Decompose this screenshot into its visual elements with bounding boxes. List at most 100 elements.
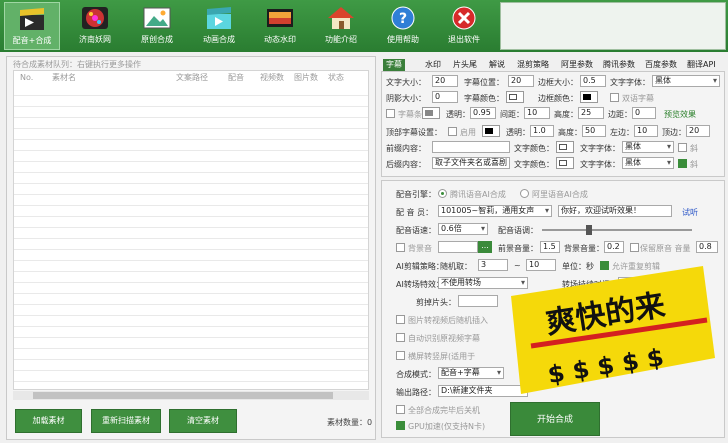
random-min-input[interactable]: 3 [478, 259, 508, 271]
table-row[interactable] [14, 217, 368, 228]
gpu-checkbox[interactable] [396, 421, 405, 430]
engine-tencent-radio[interactable] [438, 189, 447, 198]
engine-ali-radio[interactable] [520, 189, 529, 198]
table-row[interactable] [14, 85, 368, 96]
tab-intro-outro[interactable]: 片头尾 [453, 59, 477, 71]
table-row[interactable] [14, 338, 368, 349]
column-header[interactable]: 图片数 [294, 71, 318, 85]
sample-text-input[interactable]: 你好，欢迎试听效果！ [558, 205, 672, 217]
suffix-font-select[interactable]: 黑体 [622, 157, 674, 169]
table-row[interactable] [14, 261, 368, 272]
toolbar-watermark[interactable]: 动态水印 [252, 2, 308, 50]
rescan-button[interactable]: 重新扫描素材 [91, 409, 161, 433]
table-row[interactable] [14, 239, 368, 250]
toolbar-jinan[interactable]: 济南妖网 [66, 2, 124, 50]
voice-select[interactable]: 101005~智莉，通用女声 [438, 205, 552, 217]
bgm-browse-button[interactable]: ... [478, 241, 492, 253]
table-row[interactable] [14, 162, 368, 173]
table-row[interactable] [14, 349, 368, 360]
auto-detect-subtitle-checkbox[interactable] [396, 333, 405, 342]
scroll-thumb[interactable] [33, 392, 333, 399]
bar-spacing-input[interactable]: 10 [524, 107, 550, 119]
table-row[interactable] [14, 294, 368, 305]
tone-slider[interactable] [542, 229, 692, 231]
table-row[interactable] [14, 206, 368, 217]
table-row[interactable] [14, 228, 368, 239]
toolbar-help[interactable]: ? 使用帮助 [375, 2, 431, 50]
top-opacity-input[interactable]: 1.0 [530, 125, 554, 137]
bgm-path-input[interactable] [438, 241, 478, 253]
table-row[interactable] [14, 360, 368, 371]
tab-ali-params[interactable]: 阿里参数 [561, 59, 593, 71]
bilingual-checkbox[interactable] [610, 93, 619, 102]
speed-select[interactable]: 0.6倍 [438, 223, 488, 235]
toolbar-dub-compose[interactable]: 配音+合成 [4, 2, 60, 50]
table-row[interactable] [14, 371, 368, 382]
column-header[interactable]: No. [20, 71, 33, 85]
toolbar-exit[interactable]: 退出软件 [436, 2, 492, 50]
column-header[interactable]: 视频数 [260, 71, 284, 85]
column-header[interactable]: 配音 [228, 71, 244, 85]
border-size-input[interactable]: 0.5 [580, 75, 606, 87]
bg-volume-input[interactable]: 0.2 [604, 241, 624, 253]
table-row[interactable] [14, 140, 368, 151]
shutdown-checkbox[interactable] [396, 405, 405, 414]
table-row[interactable] [14, 283, 368, 294]
image-to-video-checkbox[interactable] [396, 315, 405, 324]
bgm-checkbox[interactable] [396, 243, 405, 252]
shadow-size-input[interactable]: 0 [432, 91, 458, 103]
column-header[interactable]: 素材名 [52, 71, 76, 85]
landscape-to-portrait-checkbox[interactable] [396, 351, 405, 360]
horizontal-scrollbar[interactable] [13, 391, 369, 400]
toolbar-features[interactable]: 功能介绍 [313, 2, 369, 50]
table-row[interactable] [14, 118, 368, 129]
border-color-picker[interactable] [580, 91, 598, 103]
bar-opacity-input[interactable]: 0.95 [470, 107, 496, 119]
bar-margin-input[interactable]: 0 [632, 107, 656, 119]
tab-tencent-params[interactable]: 腾讯参数 [603, 59, 635, 71]
load-material-button[interactable]: 加载素材 [15, 409, 82, 433]
subtitle-position-input[interactable]: 20 [508, 75, 534, 87]
column-header[interactable]: 状态 [328, 71, 344, 85]
table-row[interactable] [14, 96, 368, 107]
font-family-select[interactable]: 黑体 [652, 75, 720, 87]
prefix-font-select[interactable]: 黑体 [622, 141, 674, 153]
try-listen-link[interactable]: 试听 [682, 207, 698, 218]
toolbar-original[interactable]: 原创合成 [128, 2, 186, 50]
suffix-content-input[interactable]: 取子文件夹名或喜剧 [432, 157, 510, 169]
top-enable-checkbox[interactable] [448, 127, 457, 136]
table-row[interactable] [14, 250, 368, 261]
tab-baidu-params[interactable]: 百度参数 [645, 59, 677, 71]
tab-subtitle[interactable]: 字幕 [383, 59, 405, 71]
table-row[interactable] [14, 173, 368, 184]
queue-table[interactable]: No. 素材名 文案路径 配音 视频数 图片数 状态 [13, 70, 369, 390]
table-row[interactable] [14, 195, 368, 206]
tab-translate-api[interactable]: 翻译API [687, 59, 716, 71]
prefix-content-input[interactable] [432, 141, 510, 153]
bar-height-input[interactable]: 25 [578, 107, 604, 119]
tab-mix-strategy[interactable]: 混剪策略 [517, 59, 549, 71]
top-color-picker[interactable] [482, 125, 500, 137]
tone-slider-thumb[interactable] [586, 225, 592, 235]
table-row[interactable] [14, 327, 368, 338]
keep-original-checkbox[interactable] [630, 243, 639, 252]
subtitle-bar-checkbox[interactable] [386, 109, 395, 118]
font-size-input[interactable]: 20 [432, 75, 458, 87]
trim-head-input[interactable] [458, 295, 498, 307]
table-row[interactable] [14, 272, 368, 283]
subtitle-bar-color[interactable] [422, 107, 440, 119]
compose-mode-select[interactable]: 配音+字幕 [438, 367, 504, 379]
top-height-input[interactable]: 50 [582, 125, 606, 137]
toolbar-animation[interactable]: 动画合成 [190, 2, 248, 50]
front-volume-input[interactable]: 1.5 [540, 241, 560, 253]
column-header[interactable]: 文案路径 [176, 71, 208, 85]
top-left-margin-input[interactable]: 10 [634, 125, 658, 137]
tab-watermark[interactable]: 水印 [425, 59, 441, 71]
prefix-color-picker[interactable] [556, 141, 574, 153]
table-row[interactable] [14, 151, 368, 162]
tab-narration[interactable]: 解说 [489, 59, 505, 71]
table-row[interactable] [14, 184, 368, 195]
table-row[interactable] [14, 316, 368, 327]
suffix-color-picker[interactable] [556, 157, 574, 169]
table-row[interactable] [14, 107, 368, 118]
